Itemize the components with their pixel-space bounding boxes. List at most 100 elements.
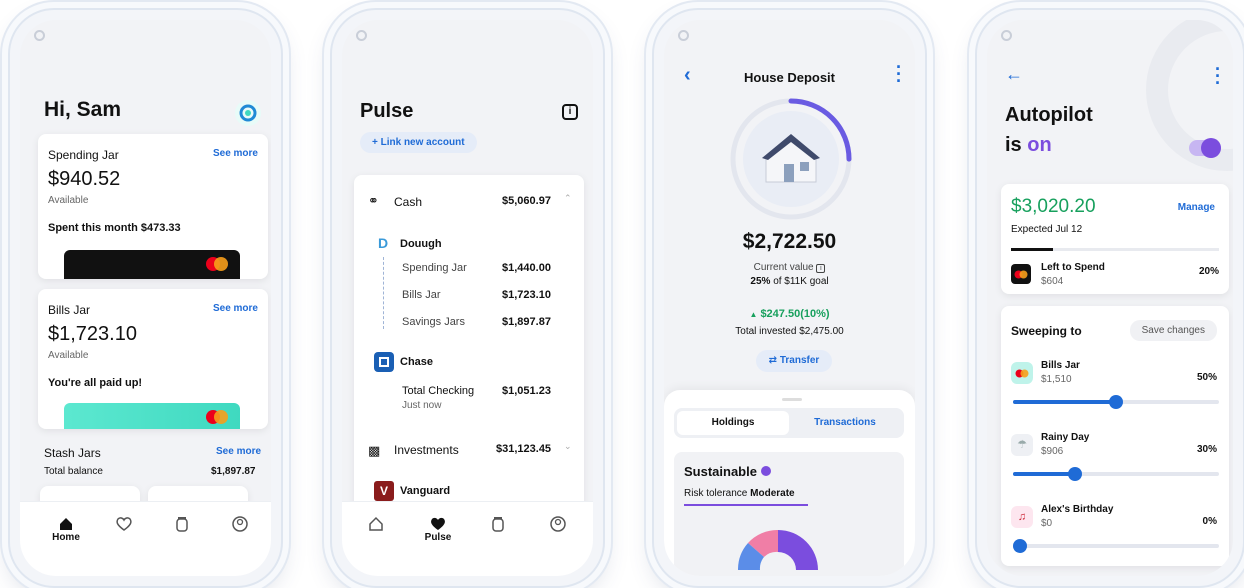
transfer-button[interactable]: ⇄ Transfer	[756, 350, 832, 372]
nav-jars[interactable]	[162, 516, 202, 532]
card-thumb-icon	[1011, 264, 1031, 284]
chase-row-label[interactable]: Total Checking	[402, 385, 474, 397]
sustainable-card[interactable]: Sustainable Risk tolerance Moderate	[674, 452, 904, 576]
stash-see-more-link[interactable]: See more	[216, 446, 261, 457]
investments-label[interactable]: Investments	[394, 443, 459, 457]
sustainable-label: Sustainable	[684, 464, 757, 479]
spending-see-more-link[interactable]: See more	[213, 148, 258, 159]
verified-icon	[760, 466, 771, 476]
pulse-title: Pulse	[360, 100, 414, 122]
vanguard-logo: V	[374, 481, 394, 501]
risk-label: Risk tolerance	[684, 488, 748, 499]
sweep-slider[interactable]	[1013, 539, 1219, 553]
douugh-row-label[interactable]: Savings Jars	[402, 316, 465, 328]
more-options-icon[interactable]: · · ·	[1215, 60, 1221, 92]
back-arrow-icon[interactable]: ←	[1005, 64, 1023, 85]
douugh-name: Douugh	[400, 238, 442, 250]
autopilot-title: Autopilot	[1005, 104, 1093, 126]
save-changes-button[interactable]: Save changes	[1129, 320, 1217, 341]
sweep-slider[interactable]	[1013, 395, 1219, 409]
sweep-item-pct: 50%	[1196, 372, 1217, 383]
spending-jar-card[interactable]: Spending Jar See more $940.52 Available …	[38, 134, 268, 279]
goal-target: of $11K goal	[773, 276, 829, 287]
goal-progress-text: 25% of $11K goal	[664, 276, 915, 287]
sweep-slider[interactable]	[1013, 467, 1219, 481]
nav-pulse[interactable]: Pulse	[418, 516, 458, 543]
more-options-icon[interactable]: · · ·	[896, 58, 902, 90]
tab-holdings[interactable]: Holdings	[677, 411, 789, 435]
bills-jar-card[interactable]: Bills Jar See more $1,723.10 Available Y…	[38, 289, 268, 429]
nav-profile[interactable]	[538, 516, 578, 532]
nav-profile[interactable]	[220, 516, 260, 532]
goal-amount: $2,722.50	[742, 230, 837, 253]
douugh-row-label[interactable]: Spending Jar	[402, 262, 467, 274]
sweep-item-pct: 0%	[1202, 516, 1217, 527]
spending-available-label: Available	[48, 195, 89, 206]
assistant-icon[interactable]	[235, 100, 261, 126]
status-on: on	[1027, 134, 1052, 156]
current-value-text: Current value	[753, 262, 814, 273]
home-icon	[369, 516, 383, 531]
spending-debit-card[interactable]	[64, 250, 240, 279]
investments-icon: ▩	[368, 443, 381, 458]
goal-percent: 25%	[750, 276, 771, 287]
manage-link[interactable]: Manage	[1178, 202, 1215, 213]
profile-icon	[232, 516, 248, 532]
spending-jar-title: Spending Jar	[48, 148, 119, 162]
arrow-up-icon: ▲	[749, 310, 758, 319]
autopilot-toggle[interactable]	[1189, 138, 1221, 158]
left-to-spend-amount: $604	[1041, 276, 1064, 287]
transfer-icon: ⇄	[768, 355, 778, 366]
heart-pulse-icon	[431, 517, 445, 530]
autopilot-status: is on	[1005, 134, 1052, 157]
heart-pulse-icon	[116, 517, 132, 531]
total-balance-value: $1,897.87	[211, 466, 256, 477]
info-icon[interactable]: i	[816, 264, 826, 273]
risk-tolerance: Risk tolerance Moderate	[684, 488, 808, 506]
chase-row-value: $1,051.23	[502, 385, 551, 397]
tab-transactions[interactable]: Transactions	[789, 411, 901, 435]
left-to-spend-label: Left to Spend	[1041, 262, 1105, 273]
nav-home[interactable]	[356, 516, 396, 532]
house-deposit-title: House Deposit	[743, 70, 835, 85]
nav-jars[interactable]	[478, 516, 518, 532]
phone-pulse: Pulse i + Link new account ⚭ Cash $5,060…	[330, 8, 605, 588]
sheet-handle[interactable]	[782, 398, 802, 401]
chevron-up-icon[interactable]: ⌃	[564, 193, 572, 204]
mastercard-icon	[206, 257, 228, 271]
info-icon[interactable]: i	[562, 104, 578, 120]
bills-debit-card[interactable]	[64, 403, 240, 429]
total-invested: Total invested $2,475.00	[735, 326, 844, 337]
chevron-down-icon[interactable]: ⌄	[564, 441, 572, 452]
link-new-account-button[interactable]: + Link new account	[360, 132, 477, 153]
jar-icon	[492, 517, 504, 532]
house-icon	[762, 134, 820, 183]
bills-jar-title: Bills Jar	[48, 303, 91, 317]
spending-jar-amount: $940.52	[48, 168, 121, 190]
douugh-row-label[interactable]: Bills Jar	[402, 289, 441, 301]
sweep-item-amount: $1,510	[1041, 374, 1072, 385]
nav-home[interactable]: Home	[46, 516, 86, 543]
bottom-sheet: Holdings Transactions Sustainable Risk t…	[664, 390, 915, 576]
expected-amount: $3,020.20	[1011, 196, 1096, 217]
nav-pulse[interactable]	[104, 516, 144, 532]
bills-see-more-link[interactable]: See more	[213, 303, 258, 314]
sweep-item-name: Alex's Birthday	[1041, 504, 1114, 515]
douugh-row-value: $1,723.10	[502, 289, 551, 301]
douugh-row-value: $1,440.00	[502, 262, 551, 274]
chase-logo	[374, 352, 394, 372]
tab-bar: Holdings Transactions	[674, 408, 904, 438]
cash-label[interactable]: Cash	[394, 195, 422, 209]
autopilot-screen: ← · · · Autopilot is on $3,020.20 Manage E…	[987, 20, 1233, 576]
home-icon	[60, 518, 72, 530]
cash-icon: ⚭	[368, 193, 379, 208]
phone-house-deposit: ‹ House Deposit · · · $2,722.50 Current va…	[652, 8, 927, 588]
expected-progress	[1011, 248, 1219, 251]
accounts-card: ⚭ Cash $5,060.97 ⌃ D Douugh Spending Jar…	[354, 175, 584, 515]
bottom-nav: Pulse	[342, 501, 593, 576]
camera-icon	[356, 30, 367, 41]
sweep-item-pct: 30%	[1196, 444, 1217, 455]
bills-available-label: Available	[48, 350, 89, 361]
total-balance-label: Total balance	[44, 466, 103, 477]
jar-icon	[1011, 362, 1033, 384]
